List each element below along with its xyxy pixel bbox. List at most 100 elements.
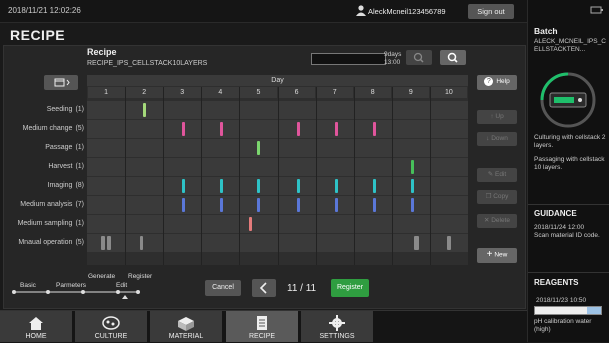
page-indicator: 11 / 11 bbox=[287, 283, 317, 294]
wizard-step-basic: Basic bbox=[20, 282, 36, 289]
day-7-header: 7 bbox=[316, 87, 354, 98]
task-mark[interactable] bbox=[373, 122, 376, 136]
copy-button[interactable]: ❐ Copy bbox=[477, 190, 517, 204]
task-mark[interactable] bbox=[373, 179, 376, 193]
task-mark[interactable] bbox=[447, 236, 451, 250]
status-passaging: Passaging with cellstack 10 layers. bbox=[534, 156, 605, 171]
task-mark[interactable] bbox=[297, 198, 300, 212]
nav-recipe[interactable]: RECIPE bbox=[226, 311, 298, 342]
culture-dish-icon bbox=[102, 316, 120, 330]
recipe-title: Recipe bbox=[87, 47, 117, 57]
delete-button[interactable]: ✕ Delete bbox=[477, 214, 517, 228]
day-6-header: 6 bbox=[278, 87, 316, 98]
task-label: Harvest (1) bbox=[48, 163, 84, 170]
gear-icon bbox=[329, 315, 345, 331]
day-8-header: 8 bbox=[354, 87, 392, 98]
datetime: 2018/11/21 12:02:26 bbox=[8, 6, 81, 15]
guidance-time: 2018/11/24 12:00 bbox=[534, 224, 585, 231]
day-divider bbox=[315, 87, 317, 265]
task-mark[interactable] bbox=[257, 198, 260, 212]
day-divider bbox=[353, 87, 355, 265]
day-divider bbox=[125, 87, 127, 265]
schedule-grid: Day 1 2 3 4 5 6 7 8 9 10 bbox=[87, 75, 468, 265]
register-button[interactable]: Register bbox=[331, 279, 369, 297]
task-label: Medium sampling (1) bbox=[17, 220, 84, 227]
task-mark[interactable] bbox=[182, 179, 185, 193]
day-divider bbox=[163, 87, 165, 265]
task-mark[interactable] bbox=[257, 179, 260, 193]
nav-material[interactable]: MATERIAL bbox=[150, 311, 222, 342]
calendar-view-button[interactable] bbox=[44, 75, 78, 90]
task-mark[interactable] bbox=[182, 122, 185, 136]
day-divider bbox=[429, 87, 431, 265]
wizard-progress: Basic Parmeters Generate Edit Register bbox=[8, 270, 188, 310]
user-name: AleckMcneil123456789 bbox=[368, 7, 446, 16]
duration-bar bbox=[311, 53, 386, 65]
task-mark[interactable] bbox=[182, 198, 185, 212]
task-mark[interactable] bbox=[220, 198, 223, 212]
home-icon bbox=[29, 317, 43, 330]
nav-settings[interactable]: SETTINGS bbox=[301, 311, 373, 342]
day-9-header: 9 bbox=[392, 87, 430, 98]
day-2-header: 2 bbox=[125, 87, 163, 98]
zoom-in-button[interactable] bbox=[440, 50, 466, 65]
wizard-step-generate: Generate bbox=[88, 273, 116, 280]
task-mark[interactable] bbox=[220, 122, 223, 136]
reagents-title: REAGENTS bbox=[534, 278, 579, 287]
plus-icon: + bbox=[486, 249, 493, 260]
day-header: Day bbox=[87, 75, 468, 86]
nav-culture[interactable]: CULTURE bbox=[75, 311, 147, 342]
task-label: Mnaual operation (5) bbox=[18, 239, 84, 246]
calendar-icon bbox=[54, 78, 70, 87]
task-mark[interactable] bbox=[140, 236, 143, 250]
task-mark[interactable] bbox=[101, 236, 105, 250]
help-button[interactable]: ? Help bbox=[477, 75, 517, 90]
day-divider bbox=[239, 87, 241, 265]
task-mark[interactable] bbox=[297, 122, 300, 136]
nav-home[interactable]: HOME bbox=[0, 311, 72, 342]
task-mark[interactable] bbox=[411, 160, 414, 174]
help-icon: ? bbox=[484, 76, 494, 86]
screen-title: RECIPE bbox=[4, 25, 79, 47]
task-mark[interactable] bbox=[335, 179, 338, 193]
reagent-time: 2018/11/23 10:50 bbox=[536, 297, 587, 304]
zoom-in-icon bbox=[447, 52, 458, 63]
duration-label: 9days 13:00 bbox=[384, 51, 402, 66]
task-mark[interactable] bbox=[249, 217, 252, 231]
sign-out-button[interactable]: Sign out bbox=[468, 4, 514, 19]
reagent-level-bar bbox=[534, 306, 602, 315]
wizard-step-register: Register bbox=[128, 273, 153, 280]
down-button[interactable]: ↓ Down bbox=[477, 132, 517, 146]
task-label: Seeding (1) bbox=[46, 106, 84, 113]
task-mark[interactable] bbox=[107, 236, 111, 250]
edit-button[interactable]: ✎ Edit bbox=[477, 168, 517, 182]
material-icon bbox=[178, 317, 194, 331]
task-mark[interactable] bbox=[297, 179, 300, 193]
task-mark[interactable] bbox=[335, 198, 338, 212]
new-button[interactable]: + New bbox=[477, 248, 517, 263]
recipe-document-icon bbox=[257, 316, 267, 330]
batch-name: ALECK_MCNEIL_IPS_CELLSTACKTEN... bbox=[534, 38, 606, 53]
task-mark[interactable] bbox=[373, 198, 376, 212]
task-mark[interactable] bbox=[257, 141, 260, 155]
task-mark[interactable] bbox=[411, 179, 414, 193]
chevron-left-icon bbox=[259, 282, 267, 294]
battery-icon bbox=[590, 6, 603, 14]
task-mark[interactable] bbox=[414, 236, 419, 250]
user-icon bbox=[356, 5, 366, 16]
task-mark[interactable] bbox=[220, 179, 223, 193]
day-4-header: 4 bbox=[201, 87, 239, 98]
task-mark[interactable] bbox=[335, 122, 338, 136]
task-label: Imaging (8) bbox=[47, 182, 84, 189]
task-mark[interactable] bbox=[143, 103, 146, 117]
day-1-header: 1 bbox=[87, 87, 125, 98]
previous-button[interactable] bbox=[252, 279, 276, 297]
day-divider bbox=[201, 87, 203, 265]
task-mark[interactable] bbox=[411, 198, 414, 212]
cancel-button[interactable]: Cancel bbox=[205, 280, 241, 296]
up-button[interactable]: ↑ Up bbox=[477, 110, 517, 124]
zoom-out-button[interactable] bbox=[406, 50, 432, 65]
day-divider bbox=[277, 87, 279, 265]
guidance-title: GUIDANCE bbox=[534, 209, 577, 218]
incubator-status-graphic bbox=[540, 72, 596, 128]
